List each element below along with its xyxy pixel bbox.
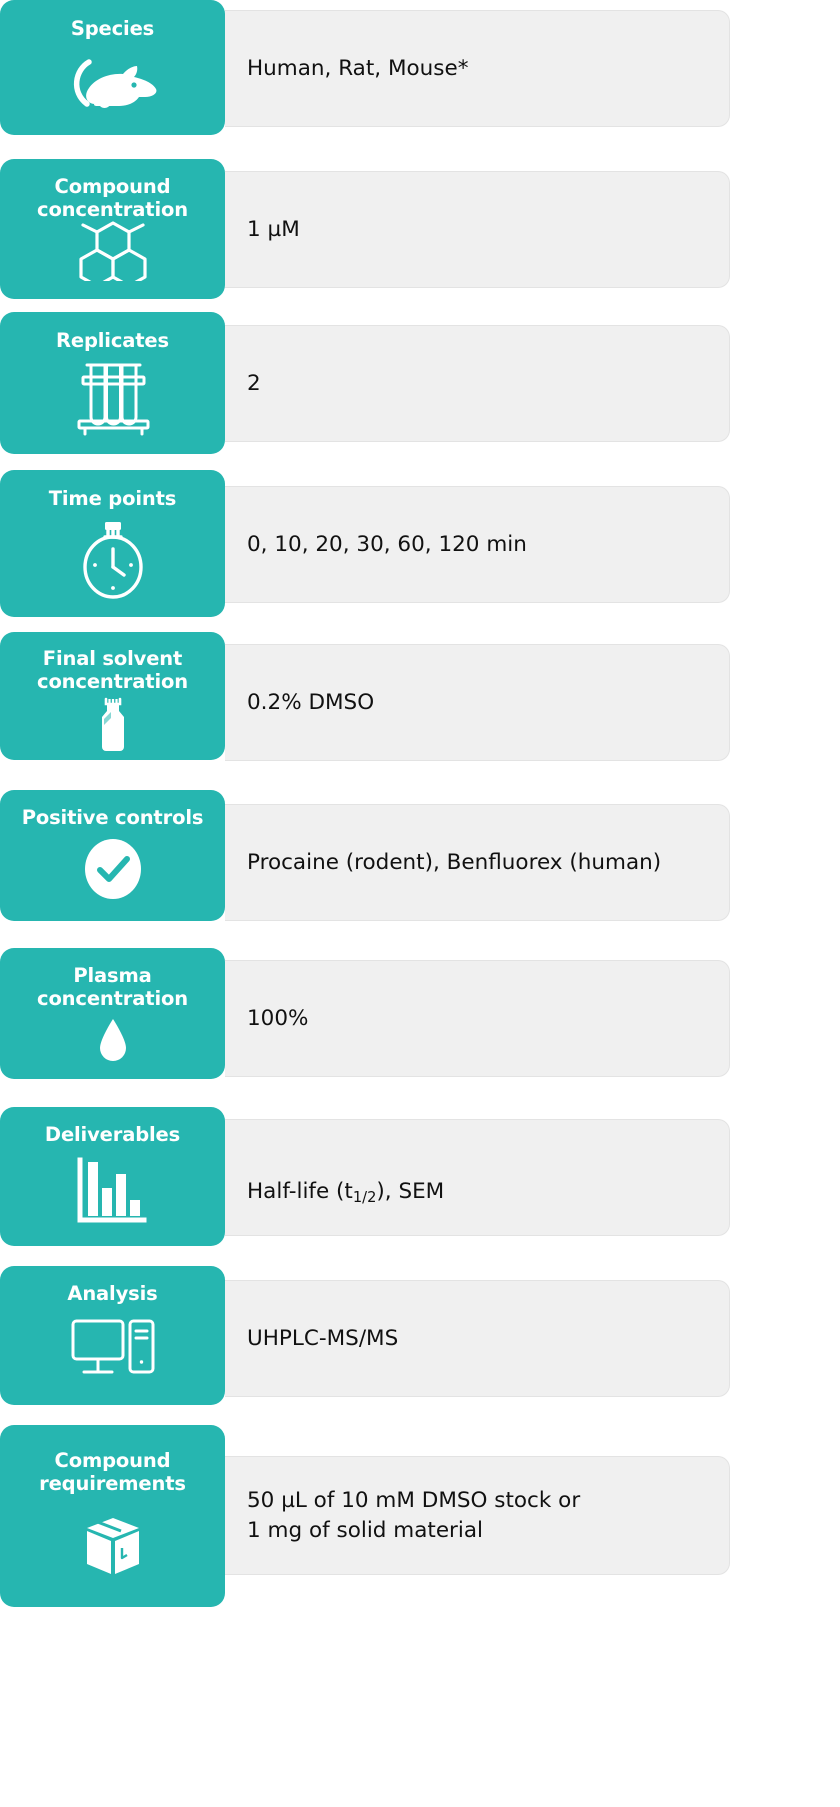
label-title-plasma-concentration: Plasma concentration	[37, 964, 188, 1010]
value-panel-positive-controls: Procaine (rodent), Benfluorex (human)	[225, 804, 730, 921]
spec-row-compound-requirements: 50 µL of 10 mM DMSO stock or 1 mg of sol…	[0, 1425, 840, 1607]
check-circle-icon	[0, 829, 225, 909]
label-title-species: Species	[70, 17, 155, 40]
spec-row-plasma-concentration: 100% Plasma concentration	[0, 948, 840, 1079]
label-card-final-solvent[interactable]: Final solvent concentration	[0, 632, 225, 760]
value-panel-final-solvent: 0.2% DMSO	[225, 644, 730, 761]
molecule-hexagons-icon	[0, 221, 225, 299]
value-text-deliverables-pre: Half-life (t	[247, 1178, 353, 1204]
value-panel-plasma-concentration: 100%	[225, 960, 730, 1077]
value-text-time-points: 0, 10, 20, 30, 60, 120 min	[247, 531, 527, 557]
label-card-replicates[interactable]: Replicates	[0, 312, 225, 454]
value-text-species: Human, Rat, Mouse*	[247, 55, 469, 81]
label-title-deliverables: Deliverables	[44, 1123, 181, 1146]
spec-row-time-points: 0, 10, 20, 30, 60, 120 min Time points	[0, 470, 840, 617]
value-text-compound-requirements: 50 µL of 10 mM DMSO stock or 1 mg of sol…	[247, 1487, 581, 1543]
value-panel-replicates: 2	[225, 325, 730, 442]
spec-row-analysis: UHPLC-MS/MS Analysis	[0, 1266, 840, 1405]
value-panel-time-points: 0, 10, 20, 30, 60, 120 min	[225, 486, 730, 603]
spec-row-final-solvent: 0.2% DMSO Final solvent concentration	[0, 632, 840, 761]
label-card-time-points[interactable]: Time points	[0, 470, 225, 617]
label-title-analysis: Analysis	[67, 1282, 158, 1305]
label-card-species[interactable]: Species	[0, 0, 225, 135]
label-card-analysis[interactable]: Analysis	[0, 1266, 225, 1405]
label-card-deliverables[interactable]: Deliverables	[0, 1107, 225, 1246]
label-card-plasma-concentration[interactable]: Plasma concentration	[0, 948, 225, 1079]
label-title-compound-requirements: Compound requirements	[39, 1449, 186, 1495]
computer-icon	[0, 1305, 225, 1395]
spec-row-replicates: 2 Replicates	[0, 312, 840, 454]
value-text-positive-controls: Procaine (rodent), Benfluorex (human)	[247, 849, 662, 875]
label-title-positive-controls: Positive controls	[21, 806, 204, 829]
label-card-compound-requirements[interactable]: Compound requirements	[0, 1425, 225, 1607]
label-title-replicates: Replicates	[56, 329, 169, 352]
label-title-compound-concentration: Compound concentration	[37, 175, 188, 221]
value-panel-compound-concentration: 1 µM	[225, 171, 730, 288]
value-text-deliverables-sub: 1/2	[352, 1188, 377, 1206]
value-text-final-solvent: 0.2% DMSO	[247, 689, 375, 715]
label-card-positive-controls[interactable]: Positive controls	[0, 790, 225, 921]
test-tube-rack-icon	[0, 352, 225, 446]
stopwatch-icon	[0, 510, 225, 607]
label-title-time-points: Time points	[48, 487, 177, 510]
package-box-icon	[0, 1495, 225, 1597]
value-panel-deliverables: Half-life (t1/2), SEM	[225, 1119, 730, 1236]
assay-spec-sheet: Human, Rat, Mouse* Species 1 µM Compound…	[0, 0, 840, 1807]
value-text-plasma-concentration: 100%	[247, 1005, 309, 1031]
value-text-deliverables-post: ), SEM	[376, 1178, 445, 1204]
value-panel-species: Human, Rat, Mouse*	[225, 10, 730, 127]
value-panel-analysis: UHPLC-MS/MS	[225, 1280, 730, 1397]
spec-row-deliverables: Half-life (t1/2), SEM Deliverables	[0, 1107, 840, 1246]
value-text-replicates: 2	[247, 370, 261, 396]
value-text-compound-concentration: 1 µM	[247, 216, 300, 242]
droplet-icon	[0, 1010, 225, 1069]
label-title-final-solvent: Final solvent concentration	[37, 647, 188, 693]
bar-chart-icon	[0, 1146, 225, 1234]
solvent-bottle-icon	[0, 693, 225, 756]
value-panel-compound-requirements: 50 µL of 10 mM DMSO stock or 1 mg of sol…	[225, 1456, 730, 1575]
value-text-deliverables: Half-life (t1/2), SEM	[225, 1147, 460, 1208]
spec-row-positive-controls: Procaine (rodent), Benfluorex (human) Po…	[0, 790, 840, 921]
label-card-compound-concentration[interactable]: Compound concentration	[0, 159, 225, 299]
mouse-icon	[0, 40, 225, 125]
spec-row-species: Human, Rat, Mouse* Species	[0, 0, 840, 140]
value-text-analysis: UHPLC-MS/MS	[247, 1325, 399, 1351]
spec-row-compound-concentration: 1 µM Compound concentration	[0, 159, 840, 299]
